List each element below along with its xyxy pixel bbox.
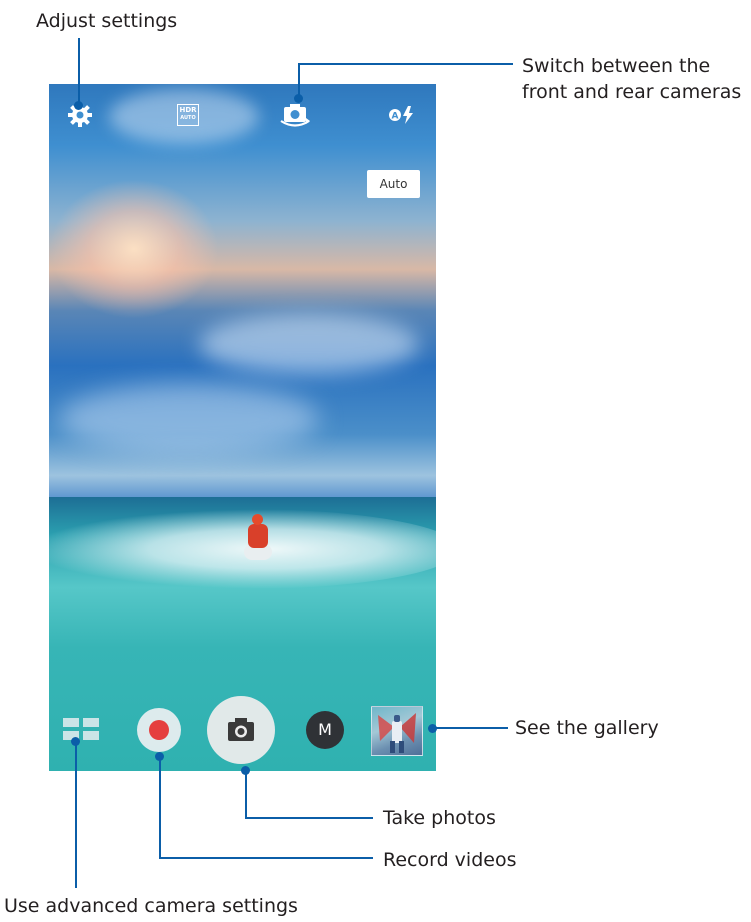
callout-advanced-settings: Use advanced camera settings <box>4 895 298 917</box>
callout-dot-switch-camera <box>294 94 303 103</box>
hdr-label: HDR <box>179 106 197 114</box>
cloud <box>199 314 419 374</box>
callout-line-gallery <box>433 727 508 729</box>
callout-switch-cameras: Switch between the front and rear camera… <box>522 55 742 103</box>
callout-line-record-videos <box>159 857 373 859</box>
water-spray <box>49 509 436 589</box>
callout-dot-gallery <box>428 724 437 733</box>
record-button[interactable] <box>137 708 181 752</box>
flash-auto-icon[interactable]: A <box>387 104 419 132</box>
callout-dot-record-videos <box>155 752 164 761</box>
callout-see-gallery: See the gallery <box>515 717 659 739</box>
shutter-button[interactable] <box>207 696 275 764</box>
callout-line-settings <box>78 38 80 104</box>
camera-viewfinder[interactable]: HDR AUTO A Auto M <box>49 84 436 771</box>
scene-mode-badge[interactable]: Auto <box>367 170 420 198</box>
grid-modules-icon[interactable] <box>63 718 101 742</box>
callout-record-videos: Record videos <box>383 849 517 871</box>
callout-line-record-videos-vertical <box>159 756 161 859</box>
callout-dot-take-photos <box>241 766 250 775</box>
camera-icon <box>228 718 254 741</box>
callout-line-switch-camera <box>298 63 513 65</box>
callout-adjust-settings: Adjust settings <box>36 10 178 32</box>
sky-glow <box>49 179 219 319</box>
callout-dot-settings <box>74 101 83 110</box>
manual-mode-button[interactable]: M <box>306 711 344 749</box>
svg-text:A: A <box>392 112 399 122</box>
callout-line-advanced-settings <box>75 740 77 888</box>
camera-switch-icon[interactable] <box>279 102 311 128</box>
callout-line-switch-camera-vertical <box>298 63 300 97</box>
hdr-auto-label: AUTO <box>180 115 196 121</box>
cloud <box>59 384 319 454</box>
callout-take-photos: Take photos <box>383 807 496 829</box>
hdr-auto-icon[interactable]: HDR AUTO <box>177 104 199 126</box>
jet-ski-rider <box>244 514 272 560</box>
callout-line-take-photos-vertical <box>245 770 247 819</box>
callout-dot-advanced-settings <box>71 737 80 746</box>
callout-line-take-photos <box>245 817 373 819</box>
record-icon <box>149 720 169 740</box>
gallery-thumbnail[interactable] <box>371 706 423 756</box>
